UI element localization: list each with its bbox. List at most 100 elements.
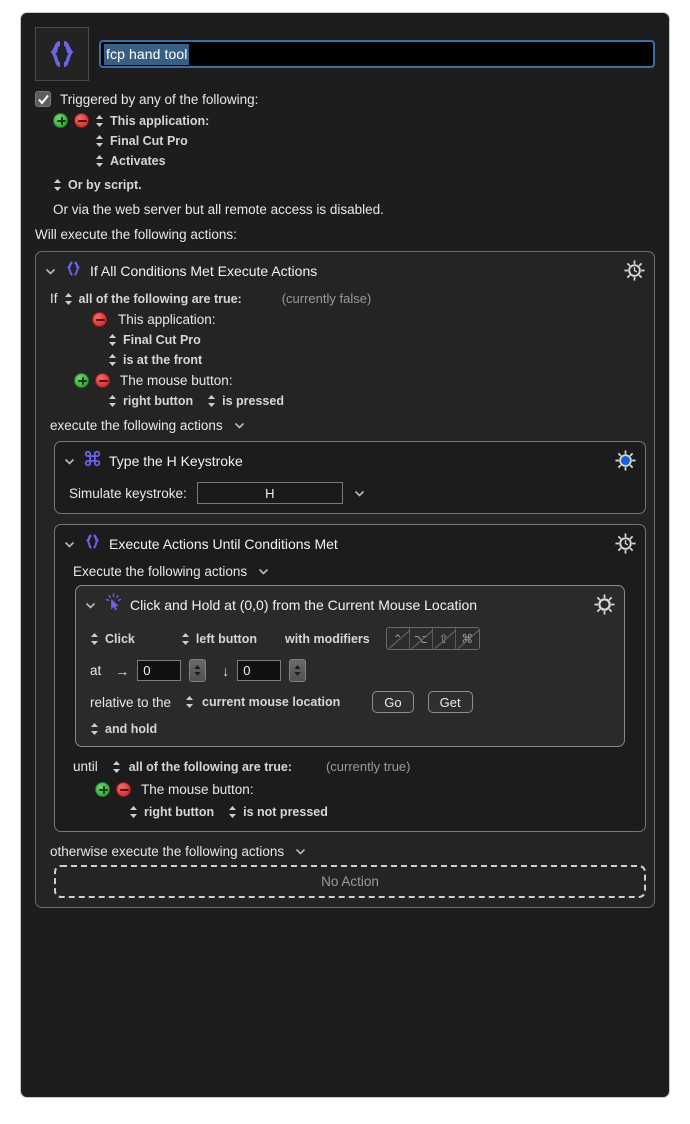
if-match-mode: all of the following are true: — [78, 291, 242, 306]
shift-key-toggle[interactable]: ⇧ — [432, 628, 459, 649]
if-action-title: If All Conditions Met Execute Actions — [90, 263, 318, 279]
chevron-down-icon[interactable] — [233, 419, 246, 432]
control-key-toggle[interactable]: ⌃ — [386, 628, 413, 649]
command-key-toggle[interactable]: ⌘ — [455, 628, 479, 649]
chevron-updown-icon[interactable] — [108, 394, 117, 408]
add-trigger-button[interactable] — [53, 113, 68, 128]
click-hold-popup: and hold — [105, 722, 158, 736]
click-title: Click and Hold at (0,0) from the Current… — [130, 597, 478, 613]
click-y-value: 0 — [243, 663, 251, 678]
action-click-and-hold[interactable]: Click and Hold at (0,0) from the Current… — [75, 585, 625, 747]
trigger-app-name-popup[interactable]: Final Cut Pro — [35, 134, 655, 148]
chevron-down-icon[interactable] — [84, 599, 97, 612]
chevron-updown-icon[interactable] — [95, 134, 104, 148]
if-action-titlebar[interactable]: If All Conditions Met Execute Actions — [36, 252, 654, 285]
remove-trigger-button[interactable] — [74, 113, 89, 128]
chevron-updown-icon[interactable] — [95, 154, 104, 168]
trigger-checkbox-row[interactable]: Triggered by any of the following: — [35, 91, 655, 107]
if-condition-mouse-button[interactable]: The mouse button: — [36, 373, 654, 388]
get-button[interactable]: Get — [427, 691, 473, 713]
until-condition-mouse-button[interactable]: The mouse button: — [55, 774, 645, 797]
chevron-updown-icon[interactable] — [207, 394, 216, 408]
action-execute-until-conditions-met[interactable]: Execute Actions Until Conditions Met Exe… — [54, 524, 646, 832]
until-label: until — [73, 759, 98, 774]
option-key-toggle[interactable]: ⌥ — [409, 628, 436, 649]
macro-name-input[interactable]: fcp hand tool — [99, 40, 655, 68]
click-x-input[interactable]: 0 — [137, 660, 182, 681]
chevron-down-icon[interactable] — [63, 538, 76, 551]
until-condition-mode-row[interactable]: until all of the following are true: (cu… — [55, 747, 645, 774]
chevron-updown-icon[interactable] — [90, 722, 99, 736]
keystroke-field-label: Simulate keystroke: — [69, 485, 187, 501]
no-action-dropzone[interactable]: No Action — [54, 865, 646, 898]
if-condition-mode-row[interactable]: If all of the following are true: (curre… — [36, 291, 654, 306]
if-condition-app-state: is at the front — [123, 353, 203, 367]
chevron-updown-icon[interactable] — [185, 695, 194, 709]
remove-condition-button[interactable] — [116, 782, 131, 797]
click-x-stepper[interactable] — [189, 659, 207, 682]
chevron-updown-icon[interactable] — [53, 178, 62, 192]
gear-clock-icon[interactable] — [615, 533, 636, 559]
keystroke-titlebar[interactable]: Type the H Keystroke — [55, 442, 645, 475]
chevron-down-icon[interactable] — [353, 487, 366, 500]
web-server-note-row: Or via the web server but all remote acc… — [35, 202, 655, 217]
click-coordinates-row[interactable]: at → 0 ↓ 0 — [76, 650, 624, 682]
add-condition-button[interactable] — [74, 373, 89, 388]
action-if-all-conditions-met[interactable]: If All Conditions Met Execute Actions If — [35, 251, 655, 908]
chevron-updown-icon[interactable] — [228, 805, 237, 819]
if-condition-application[interactable]: This application: — [36, 312, 654, 327]
click-relative-row[interactable]: relative to the current mouse location G… — [76, 682, 624, 713]
click-cursor-icon — [104, 593, 123, 617]
until-execute-actions-row[interactable]: Execute the following actions — [55, 558, 645, 579]
if-execute-actions-row[interactable]: execute the following actions — [36, 418, 654, 433]
chevron-down-icon[interactable] — [257, 565, 270, 578]
click-options-row[interactable]: Click left button with modifiers ⌃ ⌥ ⇧ ⌘ — [76, 619, 624, 650]
modifiers-label: with modifiers — [284, 631, 370, 646]
actions-header-label: Will execute the following actions: — [35, 227, 237, 242]
at-label: at — [90, 663, 102, 678]
click-titlebar[interactable]: Click and Hold at (0,0) from the Current… — [76, 586, 624, 619]
gear-clock-icon[interactable] — [624, 260, 645, 286]
keystroke-field-row[interactable]: Simulate keystroke: H — [55, 475, 645, 513]
if-condition-app-state-popup[interactable]: is at the front — [36, 353, 654, 367]
if-condition-mouse-which-popup[interactable]: right button is pressed — [36, 394, 654, 408]
chevron-updown-icon[interactable] — [64, 292, 73, 306]
trigger-or-by-script[interactable]: Or by script. — [35, 178, 655, 192]
chevron-down-icon[interactable] — [44, 265, 57, 278]
chevron-down-icon[interactable] — [294, 845, 307, 858]
click-y-stepper[interactable] — [289, 659, 307, 682]
go-button[interactable]: Go — [372, 691, 414, 713]
chevron-updown-icon[interactable] — [108, 333, 117, 347]
trigger-item-application[interactable]: This application: — [35, 113, 655, 128]
gear-blue-icon[interactable] — [615, 450, 636, 476]
curly-braces-icon — [35, 27, 89, 81]
keystroke-value: H — [265, 485, 275, 501]
action-type-keystroke[interactable]: Type the H Keystroke Simulate keystroke:… — [54, 441, 646, 514]
chevron-updown-icon[interactable] — [112, 760, 121, 774]
modifier-keys-group[interactable]: ⌃ ⌥ ⇧ ⌘ — [385, 627, 480, 650]
if-condition-app-name: Final Cut Pro — [123, 333, 201, 347]
if-condition-app-name-popup[interactable]: Final Cut Pro — [36, 333, 654, 347]
chevron-updown-icon[interactable] — [108, 353, 117, 367]
otherwise-row[interactable]: otherwise execute the following actions — [36, 832, 654, 859]
click-y-input[interactable]: 0 — [237, 660, 282, 681]
until-condition-mouse-detail[interactable]: right button is not pressed — [55, 797, 645, 831]
until-titlebar[interactable]: Execute Actions Until Conditions Met — [55, 525, 645, 558]
remove-condition-button[interactable] — [92, 312, 107, 327]
chevron-down-icon[interactable] — [63, 455, 76, 468]
gear-icon[interactable] — [594, 594, 615, 620]
click-mode-popup: Click — [105, 631, 135, 646]
until-status-text: (currently true) — [325, 759, 411, 774]
chevron-updown-icon[interactable] — [129, 805, 138, 819]
chevron-updown-icon[interactable] — [90, 632, 99, 646]
trigger-event-popup[interactable]: Activates — [35, 154, 655, 168]
trigger-checkbox[interactable] — [35, 91, 51, 107]
chevron-updown-icon[interactable] — [181, 632, 190, 646]
click-hold-row[interactable]: and hold — [76, 713, 624, 746]
remove-condition-button[interactable] — [95, 373, 110, 388]
keystroke-input[interactable]: H — [196, 482, 343, 504]
chevron-updown-icon[interactable] — [95, 114, 104, 128]
add-condition-button[interactable] — [95, 782, 110, 797]
macro-name-value: fcp hand tool — [104, 43, 190, 65]
trigger-checkbox-label: Triggered by any of the following: — [60, 91, 259, 107]
